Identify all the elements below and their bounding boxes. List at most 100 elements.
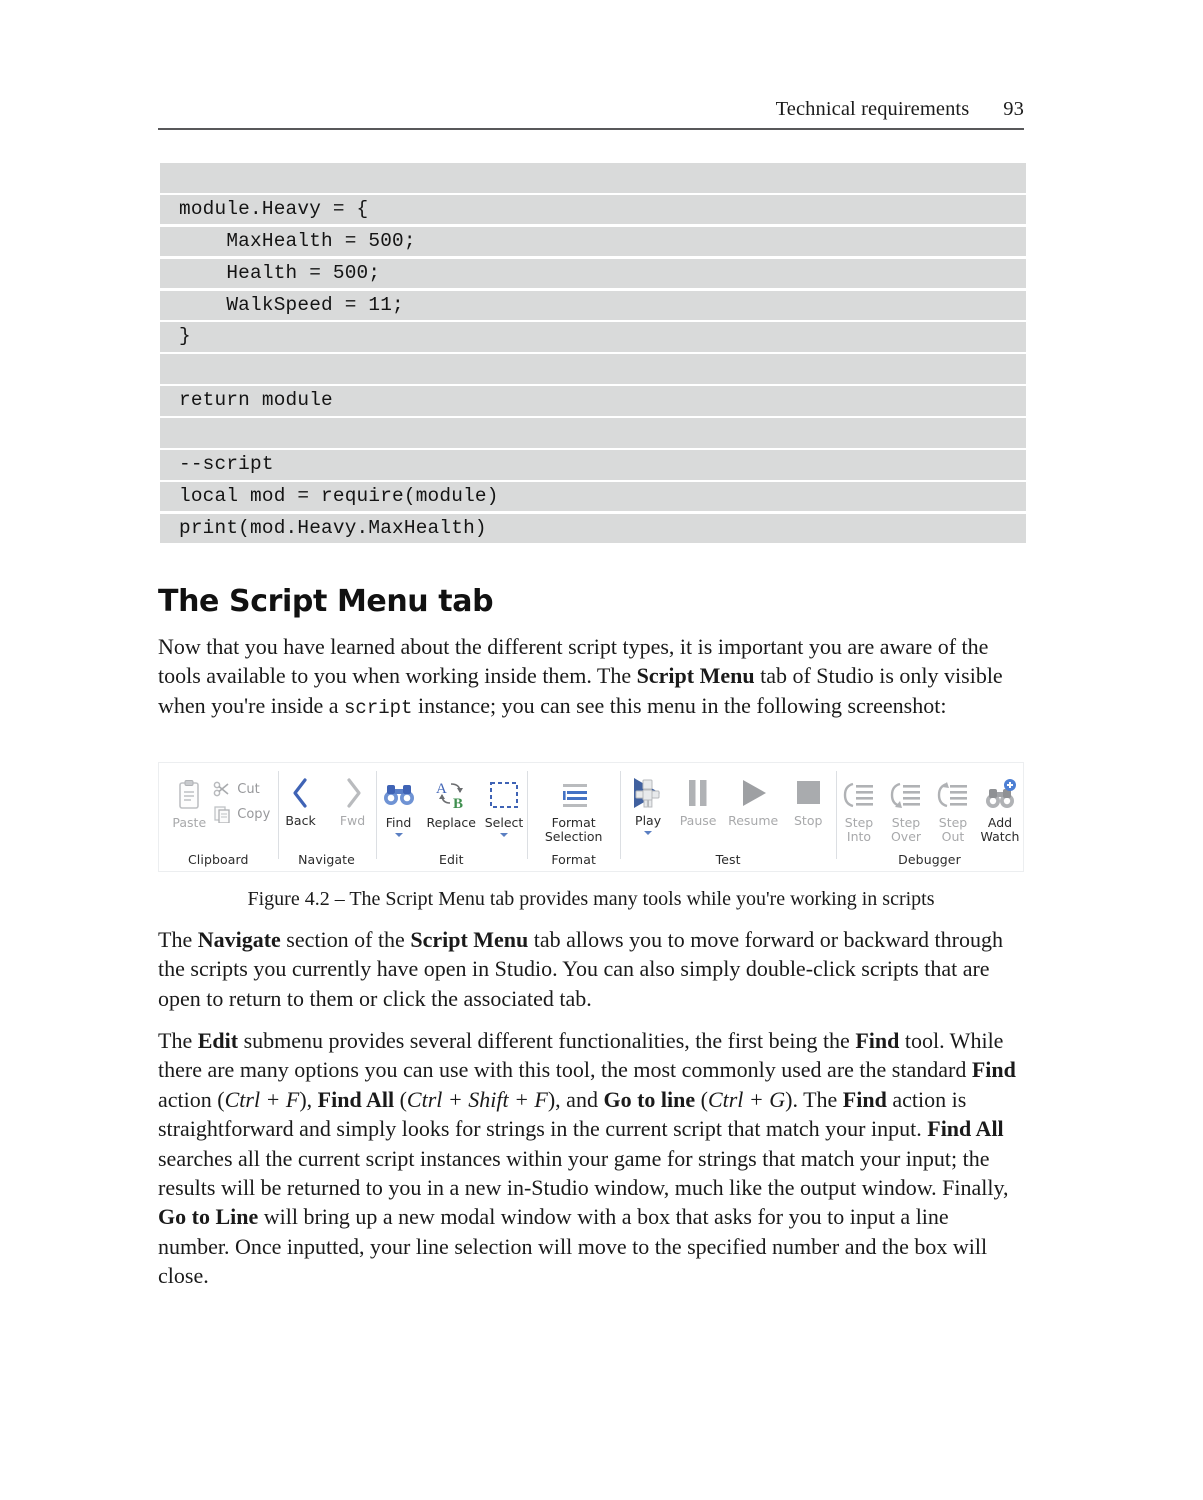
ribbon-group-label: Clipboard	[187, 852, 249, 867]
ribbon-button-format-selection[interactable]: Format Selection	[542, 774, 606, 843]
text-italic: Ctrl + F	[224, 1086, 300, 1112]
ribbon-button-label: Play	[635, 813, 662, 828]
ribbon-button-label-2: Out	[941, 828, 965, 844]
chevron-down-icon[interactable]	[500, 832, 508, 837]
ribbon-button-step-into[interactable]: Step Into	[836, 774, 882, 843]
text-italic: Ctrl + G	[707, 1086, 786, 1112]
ribbon-button-step-over[interactable]: Step Over	[883, 774, 929, 843]
chevron-right-icon	[333, 774, 373, 812]
ribbon-group-clipboard: Paste Cut Copy Clipboard	[159, 763, 278, 871]
dashed-selection-icon	[484, 776, 524, 814]
header-rule	[158, 128, 1024, 130]
stop-square-icon	[788, 774, 828, 812]
ribbon-button-paste[interactable]: Paste	[166, 774, 211, 830]
text-bold: Script Menu	[636, 663, 755, 689]
ribbon-button-add-watch[interactable]: Add Watch	[977, 774, 1023, 843]
code-line: MaxHealth = 500;	[160, 226, 1026, 257]
svg-text:A: A	[436, 781, 447, 797]
svg-text:B: B	[453, 796, 463, 811]
text-run: action (	[158, 1086, 225, 1112]
code-line: print(mod.Heavy.MaxHealth)	[160, 513, 1026, 544]
figure-caption: Figure 4.2 – The Script Menu tab provide…	[247, 888, 935, 910]
ribbon-button-label: Step	[891, 815, 921, 830]
text-run: searches all the current script instance…	[158, 1145, 1009, 1201]
add-watch-binoculars-icon	[980, 776, 1020, 814]
chevron-down-icon[interactable]	[394, 832, 403, 837]
text-run: ), and	[547, 1086, 604, 1112]
pause-icon	[678, 774, 718, 812]
ribbon-group-label: Format	[551, 852, 596, 867]
ribbon-button-play[interactable]: Play	[625, 772, 671, 835]
clipboard-small-buttons: Cut Copy	[211, 774, 270, 825]
text-run: The	[158, 927, 198, 952]
ribbon-button-label-2: Selection	[544, 828, 603, 844]
ribbon-group-format: Format Selection Format	[527, 763, 620, 871]
scissors-icon	[211, 778, 233, 800]
ribbon-button-label-2: Over	[890, 828, 922, 844]
ribbon-button-label: Fwd	[339, 813, 366, 828]
ribbon-button-pause[interactable]: Pause	[675, 772, 721, 828]
header-title: Technical requirements	[775, 98, 970, 120]
inline-code: script	[344, 696, 413, 719]
text-bold: Edit	[197, 1028, 239, 1053]
text-run: section of the	[280, 927, 411, 952]
ribbon-button-label: Format	[551, 815, 596, 830]
ribbon-button-label: Paste	[172, 815, 207, 830]
ribbon-group-label: Navigate	[298, 852, 355, 867]
ribbon-button-label: Pause	[679, 813, 717, 828]
resume-triangle-icon	[733, 774, 773, 812]
figure-script-menu-ribbon: Paste Cut Copy Clipboard Back Fwd Naviga…	[158, 762, 1024, 872]
page-number: 93	[1003, 98, 1024, 120]
text-run: The	[158, 1028, 198, 1053]
text-bold: Find All	[927, 1116, 1004, 1142]
text-bold: Script Menu	[410, 927, 529, 952]
ribbon-button-resume[interactable]: Resume	[725, 772, 781, 828]
code-line: module.Heavy = {	[160, 194, 1026, 225]
ribbon-button-step-out[interactable]: Step Out	[930, 774, 976, 843]
text-bold: Go to line	[603, 1086, 696, 1112]
ribbon-group-debugger: Step Into Step Over Step Out Add Watch D…	[836, 763, 1023, 871]
text-bold: Navigate	[197, 927, 281, 952]
text-run: (	[695, 1086, 708, 1112]
book-page: Technical requirements 93 module.Heavy = …	[158, 0, 1026, 1500]
ribbon-button-label-2: Watch	[980, 828, 1020, 844]
code-line	[160, 163, 1026, 193]
code-line: --script	[160, 450, 1026, 480]
ribbon-button-label: Find	[385, 815, 412, 830]
format-lines-icon	[554, 776, 594, 814]
ribbon-button-find[interactable]: Find	[376, 774, 422, 837]
code-line	[160, 354, 1026, 384]
ribbon-button-replace[interactable]: A B Replace	[424, 774, 479, 830]
replace-a-b-icon: A B	[431, 776, 471, 814]
text-run: ),	[299, 1086, 318, 1112]
text-italic: Ctrl + Shift + F	[406, 1086, 548, 1112]
text-run: will bring up a new modal window with a …	[158, 1204, 988, 1289]
ribbon-group-test: Play Pause Resume Stop Test	[620, 763, 836, 871]
ribbon-button-label: Step	[844, 815, 874, 830]
step-into-icon	[839, 776, 879, 814]
text-bold: Find	[855, 1028, 900, 1053]
text-bold: Find	[971, 1057, 1016, 1083]
ribbon-button-select[interactable]: Select	[481, 774, 527, 837]
code-line: }	[160, 322, 1026, 352]
code-line: WalkSpeed = 11;	[160, 290, 1026, 321]
binoculars-icon	[379, 776, 419, 814]
ribbon-button-copy[interactable]: Copy	[211, 803, 270, 825]
copy-icon	[211, 803, 233, 825]
ribbon-button-cut[interactable]: Cut	[211, 778, 270, 800]
running-header: Technical requirements 93	[158, 98, 1024, 121]
ribbon-group-label: Debugger	[898, 852, 961, 867]
paragraph-intro: Now that you have learned about the diff…	[158, 632, 1024, 723]
clipboard-icon	[169, 776, 209, 814]
ribbon-button-stop[interactable]: Stop	[785, 772, 831, 828]
text-run: (	[394, 1086, 407, 1112]
text-run: submenu provides several different funct…	[238, 1028, 856, 1053]
ribbon-button-label: Add	[987, 815, 1013, 830]
ribbon-button-label: Select	[484, 815, 524, 830]
ribbon-toolbar: Paste Cut Copy Clipboard Back Fwd Naviga…	[159, 763, 1023, 871]
ribbon-button-label-2: Into	[846, 828, 872, 844]
ribbon-button-fwd[interactable]: Fwd	[330, 772, 376, 828]
text-bold: Find All	[317, 1086, 395, 1112]
ribbon-button-back[interactable]: Back	[278, 772, 324, 828]
chevron-down-icon[interactable]	[644, 830, 653, 835]
